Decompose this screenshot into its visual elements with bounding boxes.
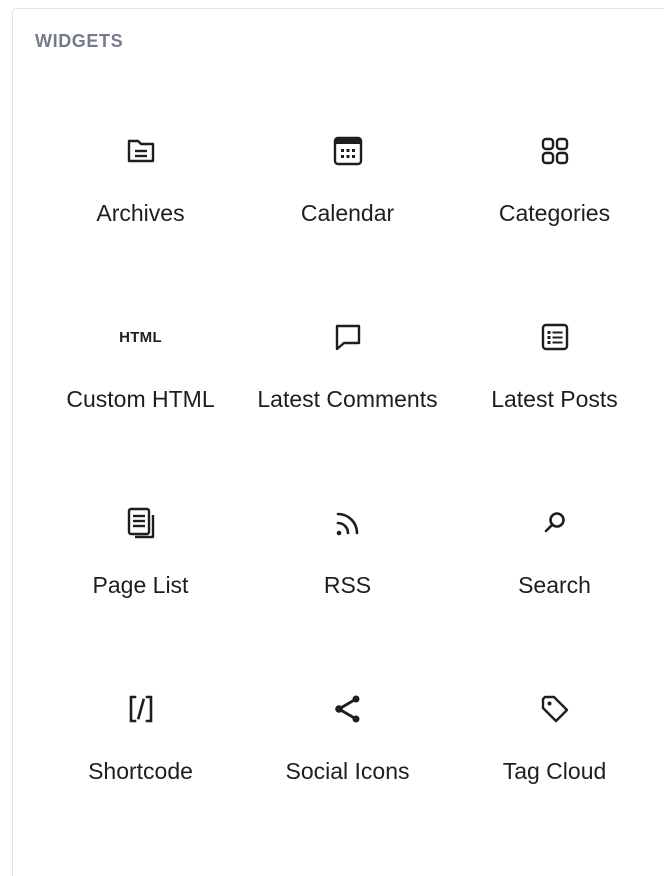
widget-shortcode[interactable]: Shortcode: [37, 659, 244, 845]
pages-icon: [121, 503, 161, 543]
widget-label: Calendar: [300, 200, 395, 226]
widget-label: Tag Cloud: [502, 758, 607, 784]
panel-title: WIDGETS: [35, 31, 124, 51]
html-icon: HTML: [119, 317, 162, 357]
search-icon: [535, 503, 575, 543]
archive-icon: [121, 131, 161, 171]
widget-label: RSS: [323, 572, 372, 598]
widget-rss[interactable]: RSS: [244, 473, 451, 659]
widget-label: Archives: [96, 200, 185, 226]
widget-calendar[interactable]: Calendar: [244, 101, 451, 287]
widget-tag-cloud[interactable]: Tag Cloud: [451, 659, 658, 845]
widget-label: Search: [518, 572, 591, 598]
html-glyph: HTML: [119, 328, 162, 346]
widget-page-list[interactable]: Page List: [37, 473, 244, 659]
comment-icon: [328, 317, 368, 357]
calendar-icon: [328, 131, 368, 171]
post-list-icon: [535, 317, 575, 357]
rss-icon: [328, 503, 368, 543]
widget-label: Shortcode: [88, 758, 193, 784]
widgets-panel: WIDGETS Archives Calendar Categories HTM…: [12, 8, 664, 876]
widget-latest-comments[interactable]: Latest Comments: [244, 287, 451, 473]
widget-label: Social Icons: [285, 758, 410, 784]
widget-label: Page List: [92, 572, 189, 598]
tag-icon: [535, 689, 575, 729]
widget-categories[interactable]: Categories: [451, 101, 658, 287]
shortcode-icon: [121, 689, 161, 729]
share-icon: [328, 689, 368, 729]
widget-custom-html[interactable]: HTML Custom HTML: [37, 287, 244, 473]
widget-social-icons[interactable]: Social Icons: [244, 659, 451, 845]
categories-icon: [535, 131, 575, 171]
widget-latest-posts[interactable]: Latest Posts: [451, 287, 658, 473]
widget-label: Latest Comments: [257, 386, 438, 412]
widget-label: Latest Posts: [491, 386, 618, 412]
widget-grid: Archives Calendar Categories HTML Custom…: [37, 101, 659, 845]
widget-label: Custom HTML: [66, 386, 215, 412]
widget-label: Categories: [498, 200, 611, 226]
widget-search[interactable]: Search: [451, 473, 658, 659]
widget-archives[interactable]: Archives: [37, 101, 244, 287]
